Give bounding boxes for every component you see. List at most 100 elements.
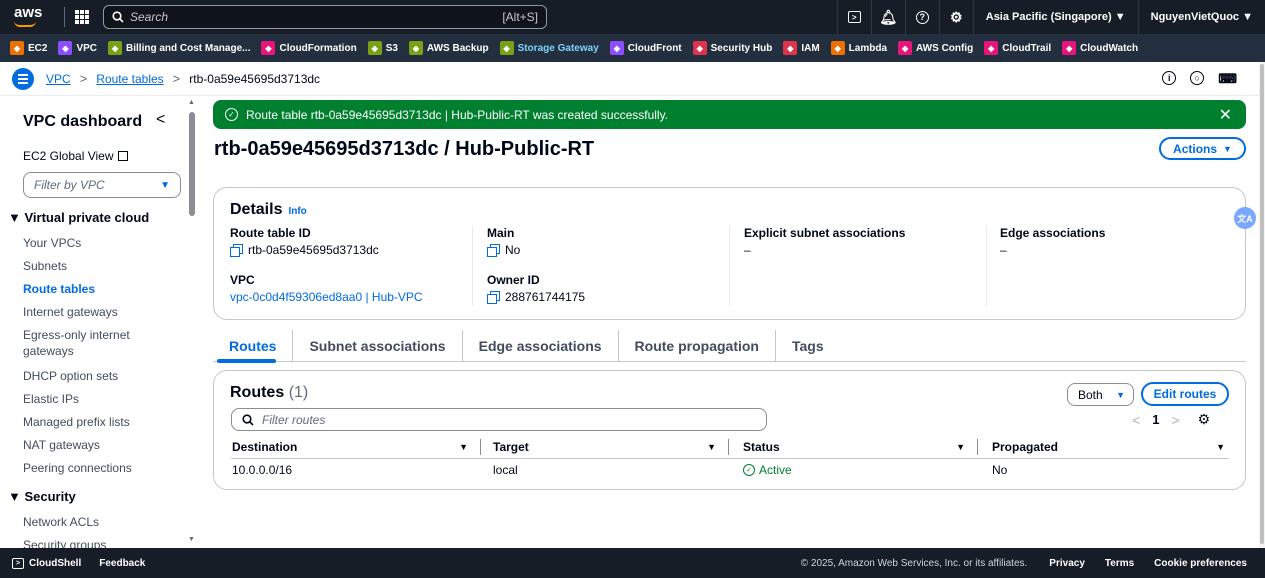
- favorite-item[interactable]: ◆ Storage Gateway: [499, 41, 599, 55]
- details-column-2: Main No Owner ID 288761744175: [487, 226, 727, 308]
- favorite-item[interactable]: ◆ EC2: [10, 41, 47, 55]
- favorite-label: CloudTrail: [1002, 42, 1052, 54]
- terms-link[interactable]: Terms: [1105, 558, 1134, 569]
- sidebar-item-dhcp-option-sets[interactable]: DHCP option sets: [23, 368, 173, 384]
- close-icon[interactable]: ✕: [1219, 105, 1232, 125]
- sort-icon: ▼: [707, 442, 716, 452]
- column-header-status[interactable]: Status ▼: [743, 435, 979, 459]
- column-header-destination[interactable]: Destination ▼: [232, 435, 482, 459]
- sidebar-item-managed-prefix-lists[interactable]: Managed prefix lists: [23, 414, 173, 430]
- column-divider: [729, 226, 730, 306]
- vpc-link[interactable]: vpc-0c0d4f59306ed8aa0 | Hub-VPC: [230, 290, 470, 304]
- sidebar-scrollbar[interactable]: [189, 112, 195, 216]
- sidebar-item-subnets[interactable]: Subnets: [23, 258, 173, 274]
- next-page-icon[interactable]: >: [1171, 412, 1179, 428]
- sidebar-item-internet-gateways[interactable]: Internet gateways: [23, 304, 173, 320]
- tab-edge-associations[interactable]: Edge associations: [461, 329, 618, 362]
- sidebar-item-egress-only-gateways[interactable]: Egress-only internet gateways: [23, 327, 173, 359]
- info-panel-icon[interactable]: i: [1162, 70, 1177, 85]
- sidebar-item-route-tables[interactable]: Route tables: [23, 281, 173, 297]
- service-icon: ◆: [367, 41, 382, 55]
- cell-propagated: No: [992, 463, 1008, 477]
- route-scope-select[interactable]: Both ▼: [1067, 383, 1134, 406]
- chat-icon[interactable]: ⌨: [1218, 71, 1237, 87]
- column-separator[interactable]: [977, 439, 978, 455]
- aws-logo[interactable]: aws: [14, 3, 54, 31]
- success-check-icon: ✓: [743, 464, 755, 476]
- copyright-text: © 2025, Amazon Web Services, Inc. or its…: [800, 557, 1028, 569]
- tab-routes[interactable]: Routes: [213, 330, 292, 363]
- settings-gear-icon[interactable]: ⚙: [938, 0, 973, 34]
- vpc-filter-select[interactable]: Filter by VPC ▼: [23, 172, 181, 198]
- favorite-item[interactable]: ◆ S3: [367, 41, 398, 55]
- edge-associations-label: Edge associations: [1000, 226, 1106, 240]
- sidebar-title[interactable]: VPC dashboard: [23, 113, 142, 131]
- preferences-gear-icon[interactable]: ⚙: [1198, 411, 1211, 428]
- scroll-down-icon[interactable]: ▼: [188, 536, 195, 543]
- info-link[interactable]: Info: [288, 206, 306, 217]
- success-flash-banner: ✓ Route table rtb-0a59e45695d3713dc | Hu…: [213, 100, 1246, 129]
- sidebar-collapse-icon[interactable]: <: [156, 111, 165, 129]
- favorite-item[interactable]: ◆ IAM: [783, 41, 820, 55]
- feedback-icon[interactable]: ○: [1190, 70, 1205, 85]
- tab-tags[interactable]: Tags: [774, 329, 840, 362]
- help-icon[interactable]: ?: [904, 0, 939, 34]
- column-header-propagated[interactable]: Propagated ▼: [992, 435, 1229, 459]
- sidebar-section-security[interactable]: ▼ Security: [8, 489, 76, 504]
- breadcrumb-vpc[interactable]: VPC: [46, 72, 71, 86]
- sidebar-item-ec2-global-view[interactable]: EC2 Global View: [23, 149, 128, 163]
- search-input[interactable]: Search [Alt+S]: [103, 5, 547, 29]
- sidebar-item-your-vpcs[interactable]: Your VPCs: [23, 235, 173, 251]
- cloudshell-button[interactable]: > CloudShell: [12, 557, 81, 569]
- favorite-item[interactable]: ◆ Security Hub: [692, 41, 772, 55]
- services-grid-icon[interactable]: [75, 10, 89, 24]
- account-menu[interactable]: NguyenVietQuoc ▼: [1137, 0, 1265, 34]
- nav-divider: [64, 7, 65, 27]
- cookie-preferences-link[interactable]: Cookie preferences: [1154, 558, 1247, 569]
- favorite-item[interactable]: ◆ Lambda: [830, 41, 887, 55]
- privacy-link[interactable]: Privacy: [1049, 558, 1085, 569]
- sidebar-section-vpc[interactable]: ▼ Virtual private cloud: [8, 210, 149, 225]
- translate-icon[interactable]: 文A: [1234, 207, 1256, 229]
- column-separator[interactable]: [480, 439, 481, 455]
- copy-icon[interactable]: [487, 291, 500, 304]
- external-link-icon: [117, 151, 128, 161]
- vpc-label: VPC: [230, 273, 255, 287]
- column-separator[interactable]: [728, 439, 729, 455]
- search-placeholder: Search: [130, 10, 169, 24]
- sidebar-item-network-acls[interactable]: Network ACLs: [23, 514, 173, 530]
- actions-button[interactable]: Actions ▼: [1159, 137, 1246, 160]
- notifications-bell-icon[interactable]: 🔔︎: [870, 0, 905, 34]
- favorite-item[interactable]: ◆ AWS Backup: [408, 41, 489, 55]
- favorite-item[interactable]: ◆ CloudFormation: [261, 41, 357, 55]
- feedback-link[interactable]: Feedback: [99, 558, 145, 569]
- sidebar-item-nat-gateways[interactable]: NAT gateways: [23, 437, 173, 453]
- scroll-up-icon[interactable]: ▲: [188, 99, 195, 106]
- sidebar-item-security-groups[interactable]: Security groups: [23, 537, 173, 548]
- tab-route-propagation[interactable]: Route propagation: [617, 329, 775, 362]
- routes-count: (1): [288, 384, 309, 401]
- status-header-label: Status: [743, 440, 780, 454]
- breadcrumb-route-tables[interactable]: Route tables: [96, 72, 163, 86]
- sidebar-item-peering-connections[interactable]: Peering connections: [23, 460, 173, 476]
- favorite-item[interactable]: ◆ CloudTrail: [984, 41, 1051, 55]
- page-number[interactable]: 1: [1152, 412, 1159, 427]
- service-icon: ◆: [984, 41, 999, 55]
- edit-routes-button[interactable]: Edit routes: [1141, 382, 1229, 406]
- filter-routes-input[interactable]: Filter routes: [231, 408, 767, 431]
- side-navigation-toggle-icon[interactable]: [12, 67, 34, 90]
- cloudshell-icon[interactable]: >: [836, 0, 871, 34]
- copy-icon[interactable]: [487, 244, 500, 257]
- page-scrollbar[interactable]: [1260, 64, 1264, 544]
- sidebar-item-elastic-ips[interactable]: Elastic IPs: [23, 391, 173, 407]
- previous-page-icon[interactable]: <: [1132, 412, 1140, 428]
- copy-icon[interactable]: [230, 244, 243, 257]
- favorite-item[interactable]: ◆ CloudWatch: [1062, 41, 1138, 55]
- favorite-item[interactable]: ◆ CloudFront: [609, 41, 682, 55]
- region-selector[interactable]: Asia Pacific (Singapore) ▼: [972, 0, 1138, 34]
- tab-subnet-associations[interactable]: Subnet associations: [292, 329, 461, 362]
- favorite-item[interactable]: ◆ AWS Config: [898, 41, 973, 55]
- column-header-target[interactable]: Target ▼: [493, 435, 730, 459]
- favorite-item[interactable]: ◆ Billing and Cost Manage...: [108, 41, 250, 55]
- favorite-item[interactable]: ◆ VPC: [58, 41, 97, 55]
